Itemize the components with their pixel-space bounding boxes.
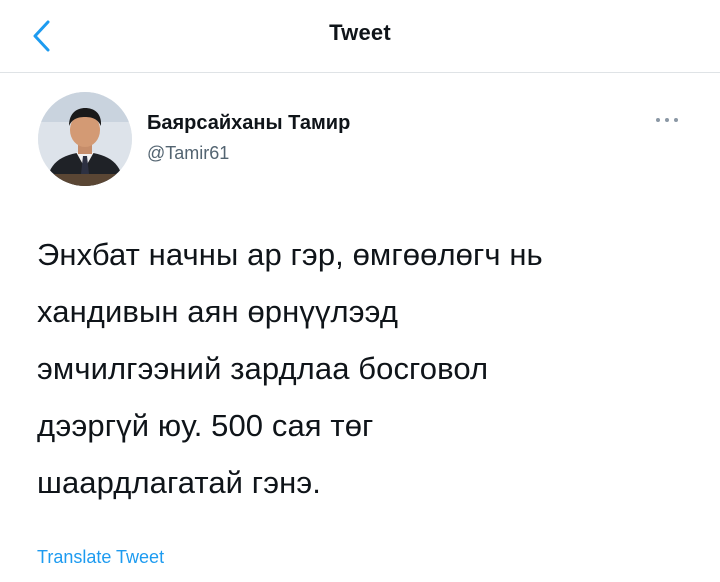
more-horizontal-icon: [656, 118, 678, 122]
tweet-text-line: эмчилгээний зардлаа босговол: [37, 351, 489, 386]
author-name[interactable]: Баярсайханы Тамир: [147, 110, 350, 136]
tweet-text-line: хандивын аян өрнүүлээд: [37, 294, 399, 329]
tweet-text: Энхбат начны ар гэр, өмгөөлөгч нь хандив…: [37, 226, 697, 511]
author-block[interactable]: Баярсайханы Тамир @Tamir61: [147, 110, 350, 166]
profile-photo: [38, 92, 132, 186]
author-handle[interactable]: @Tamir61: [147, 140, 350, 166]
tweet-detail-screen: Tweet Баярсайханы Тамир @Tamir61 Энхбат …: [0, 0, 720, 582]
top-bar: Tweet: [0, 0, 720, 73]
more-options-button[interactable]: [650, 110, 686, 130]
tweet-text-line: шаардлагатай гэнэ.: [37, 465, 321, 500]
avatar[interactable]: [38, 92, 132, 186]
translate-tweet-link[interactable]: Translate Tweet: [37, 547, 164, 568]
tweet-text-line: Энхбат начны ар гэр, өмгөөлөгч нь: [37, 237, 543, 272]
tweet-text-line: дээргүй юу. 500 сая төг: [37, 408, 374, 443]
page-title: Tweet: [329, 20, 391, 45]
